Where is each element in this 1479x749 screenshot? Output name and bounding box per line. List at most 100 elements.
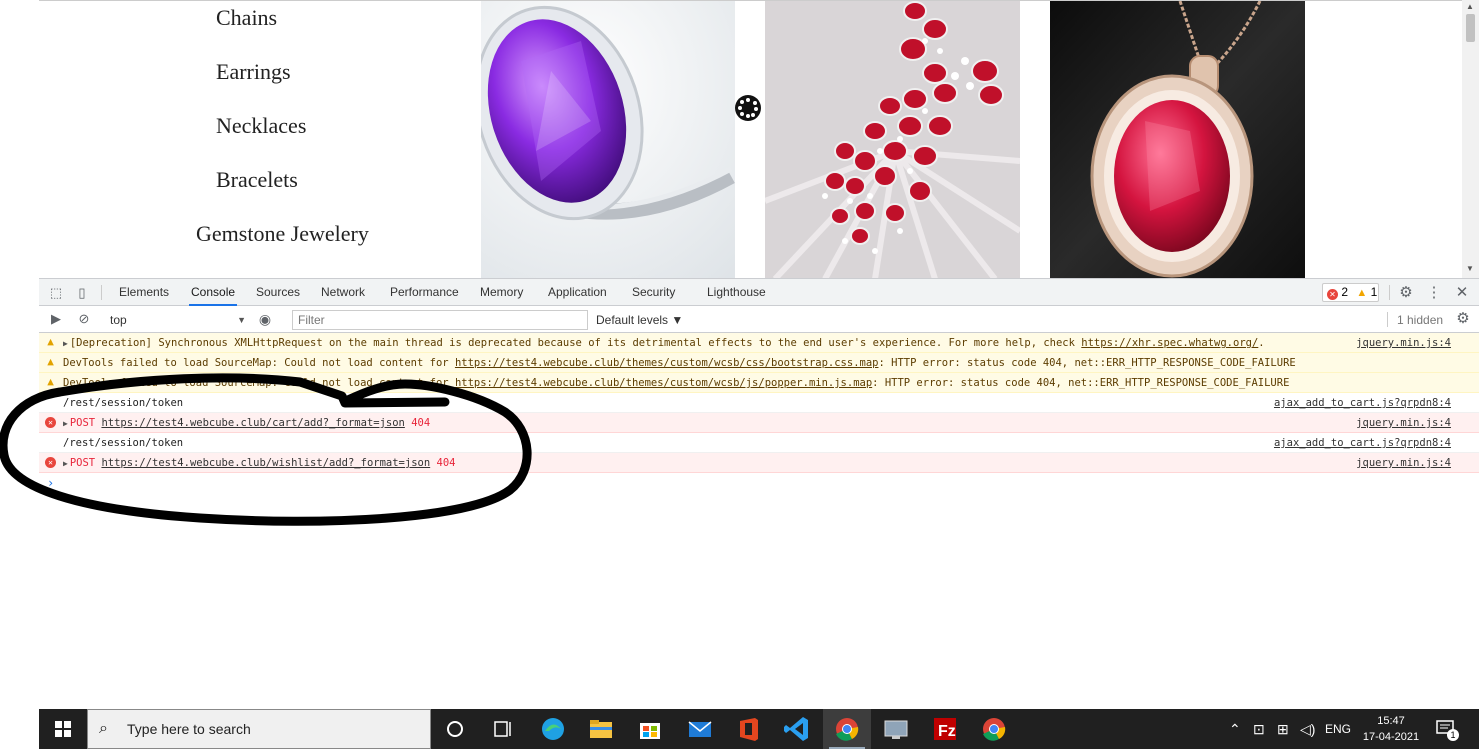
scrollbar-thumb[interactable] <box>1466 14 1475 42</box>
page-viewport: Chains Earrings Necklaces Bracelets Gems… <box>39 0 1462 278</box>
context-selector[interactable]: top ▼ <box>110 311 246 329</box>
expand-triangle-icon[interactable]: ▶ <box>63 419 68 428</box>
show-hidden-icons-chevron-icon[interactable]: ⌃ <box>1229 709 1241 749</box>
more-options-icon[interactable]: ⋮ <box>1426 285 1442 301</box>
error-icon: ✕ <box>45 417 56 428</box>
toolbar-divider <box>1389 285 1390 300</box>
category-gemstone-jewelery[interactable]: Gemstone Jewelery <box>196 221 369 247</box>
taskbar-app-vscode[interactable] <box>773 709 821 749</box>
chrome-icon <box>836 718 859 741</box>
message-text: /rest/session/token <box>63 393 183 412</box>
warning-count: 1 <box>1370 285 1378 299</box>
settings-gear-icon[interactable]: ⚙ <box>1398 285 1414 301</box>
office-icon <box>740 718 758 741</box>
console-prompt[interactable]: › <box>39 473 1479 493</box>
tab-network[interactable]: Network <box>319 279 367 306</box>
tab-memory[interactable]: Memory <box>478 279 525 306</box>
taskbar-app-mail[interactable] <box>676 709 724 749</box>
filezilla-icon: Fz <box>934 718 956 740</box>
message-url-link[interactable]: https://test4.webcube.club/cart/add?_for… <box>101 417 404 429</box>
start-button[interactable] <box>39 709 87 749</box>
console-filter-input[interactable] <box>292 310 588 330</box>
log-levels-label: Default levels <box>596 313 669 327</box>
console-message-error[interactable]: ✕ ▶ POST https://test4.webcube.club/cart/a… <box>39 413 1479 433</box>
message-url-link[interactable]: https://test4.webcube.club/themes/custom… <box>455 377 872 389</box>
message-url-link[interactable]: https://test4.webcube.club/wishlist/add?… <box>101 457 430 469</box>
category-chains[interactable]: Chains <box>216 5 277 31</box>
edge-icon <box>542 718 564 740</box>
taskbar-app-store[interactable] <box>626 709 674 749</box>
issues-counter[interactable]: ✕ 2 ▲ 1 <box>1322 283 1379 302</box>
close-devtools-icon[interactable]: ✕ <box>1454 285 1470 301</box>
clear-console-icon[interactable]: ⊘ <box>76 311 92 327</box>
taskbar-app-remote-desktop[interactable] <box>872 709 920 749</box>
warning-icon: ▲ <box>47 355 54 368</box>
context-value: top <box>110 313 127 327</box>
network-icon[interactable]: ⊞ <box>1277 709 1289 749</box>
inspect-element-icon[interactable]: ⬚ <box>48 285 64 301</box>
message-source-link[interactable]: jquery.min.js:4 <box>1356 413 1451 432</box>
message-prefix: DevTools failed to load SourceMap: Could… <box>63 357 455 369</box>
console-message-warning[interactable]: ▲ DevTools failed to load SourceMap: Coul… <box>39 353 1479 373</box>
tab-application[interactable]: Application <box>546 279 609 306</box>
product-image-amethyst-ring[interactable] <box>481 1 735 278</box>
mail-envelope-icon <box>688 721 712 737</box>
product-image-ruby-pendant[interactable] <box>1050 1 1305 278</box>
console-toolbar: ▶ ⊘ top ▼ ◉ Default levels ▼ 1 hidden ⚙ <box>39 306 1479 333</box>
tab-performance[interactable]: Performance <box>388 279 461 306</box>
message-text: /rest/session/token <box>63 433 183 452</box>
network-status-icon[interactable]: ⊡ <box>1253 709 1265 749</box>
taskbar-app-edge[interactable] <box>529 709 577 749</box>
live-expression-eye-icon[interactable]: ◉ <box>257 311 273 327</box>
message-source-link[interactable]: jquery.min.js:4 <box>1356 333 1451 352</box>
message-source-link[interactable]: ajax_add_to_cart.js?qrpdn8:4 <box>1274 393 1451 412</box>
warning-icon: ▲ <box>47 335 54 348</box>
remote-desktop-icon <box>884 720 908 739</box>
category-necklaces[interactable]: Necklaces <box>216 113 306 139</box>
message-source-link[interactable]: ajax_add_to_cart.js?qrpdn8:4 <box>1274 433 1451 452</box>
volume-icon[interactable]: ◁) <box>1300 709 1315 749</box>
message-url-link[interactable]: https://test4.webcube.club/themes/custom… <box>455 357 879 369</box>
devtools-tab-bar: ⬚ ▯ Elements Console Sources Network Per… <box>39 279 1479 306</box>
notifications-button[interactable]: 1 <box>1435 718 1459 741</box>
scroll-down-icon[interactable]: ▼ <box>1466 264 1474 273</box>
taskbar-search-box[interactable]: ⌕ Type here to search <box>87 709 431 749</box>
category-earrings[interactable]: Earrings <box>216 59 291 85</box>
message-url-link[interactable]: https://xhr.spec.whatwg.org/ <box>1081 337 1258 349</box>
warning-icon: ▲ <box>1356 287 1368 299</box>
console-message-warning[interactable]: ▲ DevTools failed to load SourceMap: Coul… <box>39 373 1479 393</box>
message-text: DevTools failed to load SourceMap: Could… <box>63 373 1289 392</box>
message-source-link[interactable]: jquery.min.js:4 <box>1356 453 1451 472</box>
system-clock[interactable]: 15:47 17-04-2021 <box>1361 713 1421 745</box>
tab-console[interactable]: Console <box>189 279 238 306</box>
tab-elements[interactable]: Elements <box>117 279 171 306</box>
task-view-button[interactable] <box>479 709 527 749</box>
tab-lighthouse[interactable]: Lighthouse <box>705 279 768 306</box>
taskbar-app-office[interactable] <box>725 709 773 749</box>
search-icon: ⌕ <box>99 720 108 737</box>
error-icon: ✕ <box>1327 289 1338 300</box>
tab-security[interactable]: Security <box>630 279 677 306</box>
device-toolbar-icon[interactable]: ▯ <box>74 285 90 301</box>
category-bracelets[interactable]: Bracelets <box>216 167 298 193</box>
taskbar-app-chrome-active[interactable] <box>823 709 871 749</box>
console-message-error[interactable]: ✕ ▶ POST https://test4.webcube.club/wishli… <box>39 453 1479 473</box>
taskbar-app-file-explorer[interactable] <box>577 709 625 749</box>
tab-sources[interactable]: Sources <box>254 279 302 306</box>
expand-triangle-icon[interactable]: ▶ <box>63 459 68 468</box>
page-vertical-scrollbar[interactable]: ▲ ▼ <box>1462 0 1479 278</box>
taskbar-app-chrome[interactable] <box>970 709 1018 749</box>
console-settings-gear-icon[interactable]: ⚙ <box>1455 311 1471 327</box>
expand-triangle-icon[interactable]: ▶ <box>63 339 68 348</box>
show-sidebar-icon[interactable]: ▶ <box>48 311 64 327</box>
console-message-warning[interactable]: ▲ ▶ [Deprecation] Synchronous XMLHttpReque… <box>39 333 1479 353</box>
search-placeholder: Type here to search <box>127 721 251 737</box>
console-message-log[interactable]: /rest/session/token ajax_add_to_cart.js?q… <box>39 433 1479 453</box>
product-image-ruby-necklace[interactable] <box>765 1 1020 278</box>
input-language[interactable]: ENG <box>1325 709 1351 749</box>
scroll-up-icon[interactable]: ▲ <box>1466 2 1474 11</box>
cortana-button[interactable] <box>431 709 479 749</box>
taskbar-app-filezilla[interactable]: Fz <box>921 709 969 749</box>
console-message-log[interactable]: /rest/session/token ajax_add_to_cart.js?q… <box>39 393 1479 413</box>
log-levels-dropdown[interactable]: Default levels ▼ <box>596 311 683 329</box>
